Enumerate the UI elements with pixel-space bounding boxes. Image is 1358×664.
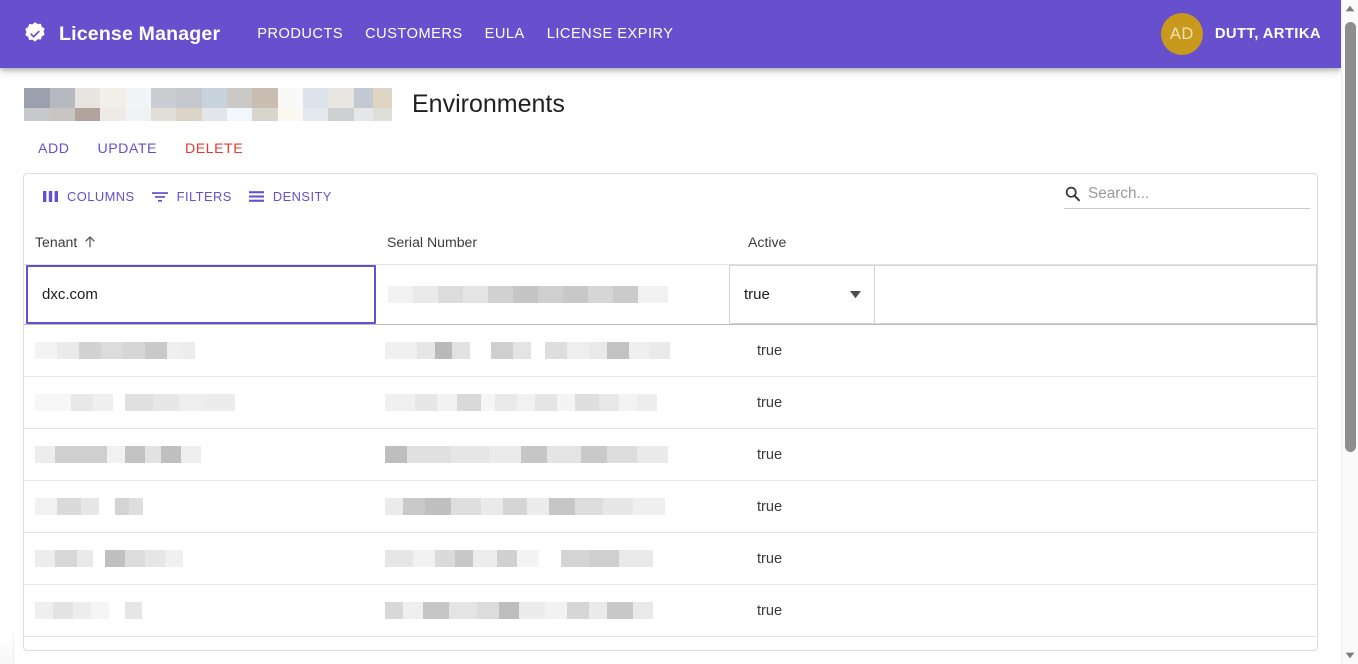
- nav-link-eula[interactable]: EULA: [474, 17, 536, 51]
- page-viewport: License Manager PRODUCTS CUSTOMERS EULA …: [0, 0, 1341, 664]
- scrollbar-thumb[interactable]: [1345, 22, 1356, 452]
- grid-toolbar: COLUMNS FILTERS DENSITY Search...: [24, 174, 1317, 219]
- columns-button-label: COLUMNS: [67, 189, 135, 204]
- serial-number-cell[interactable]: [385, 446, 739, 463]
- table-row[interactable]: true: [24, 377, 1317, 429]
- redacted-tenant: [35, 498, 143, 515]
- search-icon: [1065, 186, 1080, 201]
- redacted-tenant: [35, 394, 235, 411]
- redacted-serial-number: [385, 342, 670, 359]
- search-input[interactable]: [1088, 184, 1310, 205]
- table-row[interactable]: true: [24, 325, 1317, 377]
- brand[interactable]: License Manager: [22, 21, 220, 47]
- redacted-serial-number: [385, 602, 653, 619]
- serial-number-cell[interactable]: [385, 394, 739, 411]
- main-nav: PRODUCTS CUSTOMERS EULA LICENSE EXPIRY: [246, 17, 684, 51]
- user-name: DUTT, ARTIKA: [1214, 26, 1321, 42]
- tenant-cell[interactable]: [35, 394, 385, 411]
- tenant-cell[interactable]: [35, 446, 385, 463]
- nav-link-license-expiry[interactable]: LICENSE EXPIRY: [536, 17, 685, 51]
- grid-header-row: Tenant Serial Number Active: [24, 219, 1317, 265]
- active-cell[interactable]: true: [739, 551, 885, 567]
- redacted-tenant: [35, 446, 201, 463]
- grid-editing-row: true: [24, 265, 1317, 325]
- column-header-tenant-label: Tenant: [35, 233, 78, 250]
- active-select[interactable]: true: [729, 265, 875, 324]
- brand-title: License Manager: [59, 22, 221, 45]
- serial-number-cell[interactable]: [385, 342, 739, 359]
- tenant-input[interactable]: [40, 285, 362, 304]
- table-row-partial[interactable]: [24, 637, 1317, 650]
- tenant-cell[interactable]: [35, 550, 385, 567]
- scroll-up-arrow-icon[interactable]: [1342, 0, 1358, 17]
- filters-button[interactable]: FILTERS: [143, 183, 240, 210]
- filters-icon: [151, 192, 168, 202]
- nav-link-customers[interactable]: CUSTOMERS: [354, 17, 473, 51]
- columns-button[interactable]: COLUMNS: [34, 183, 143, 210]
- columns-icon: [43, 191, 58, 202]
- delete-button[interactable]: DELETE: [171, 136, 257, 162]
- column-header-active-label: Active: [748, 233, 787, 250]
- table-row[interactable]: true: [24, 533, 1317, 585]
- redacted-tenant: [35, 550, 183, 567]
- column-header-serial-number[interactable]: Serial Number: [387, 234, 741, 250]
- tenant-cell[interactable]: [35, 602, 385, 619]
- chevron-down-icon: [850, 290, 861, 298]
- density-button-label: DENSITY: [272, 189, 332, 204]
- serial-number-cell[interactable]: [385, 498, 739, 515]
- page-heading: Environments: [24, 88, 565, 121]
- redacted-tenant: [35, 602, 142, 619]
- redacted-tenant: [35, 342, 195, 359]
- add-button[interactable]: ADD: [24, 136, 83, 162]
- redacted-serial-number: [385, 394, 657, 411]
- redacted-serial-number: [385, 550, 653, 567]
- horizontal-scrollbar[interactable]: [0, 628, 17, 664]
- table-row[interactable]: true: [24, 429, 1317, 481]
- column-header-serial-number-label: Serial Number: [387, 233, 478, 250]
- tenant-cell[interactable]: [35, 342, 385, 359]
- search-field[interactable]: [1064, 184, 1310, 209]
- avatar[interactable]: AD: [1160, 13, 1203, 55]
- active-cell[interactable]: true: [739, 499, 885, 515]
- user-menu[interactable]: AD DUTT, ARTIKA: [1160, 13, 1327, 55]
- app-header: License Manager PRODUCTS CUSTOMERS EULA …: [0, 0, 1341, 68]
- sort-ascending-icon: [85, 235, 95, 247]
- table-row[interactable]: true: [24, 585, 1317, 637]
- chevron-down-icon: [1345, 652, 1355, 659]
- active-cell[interactable]: true: [739, 395, 885, 411]
- tenant-edit-cell[interactable]: [26, 265, 376, 324]
- filters-button-label: FILTERS: [176, 189, 232, 204]
- active-cell[interactable]: true: [739, 447, 885, 463]
- density-icon: [248, 191, 264, 202]
- scroll-down-arrow-icon[interactable]: [1342, 647, 1358, 664]
- data-grid: COLUMNS FILTERS DENSITY Search... Tenant…: [23, 173, 1318, 651]
- column-header-active[interactable]: Active: [741, 234, 887, 250]
- nav-link-products[interactable]: PRODUCTS: [246, 17, 354, 51]
- active-cell[interactable]: true: [739, 603, 885, 619]
- redacted-breadcrumb: [24, 88, 392, 121]
- table-row[interactable]: true: [24, 481, 1317, 533]
- redacted-serial-number: [385, 498, 665, 515]
- tenant-cell[interactable]: [35, 498, 385, 515]
- serial-number-cell[interactable]: [385, 550, 739, 567]
- active-select-value: true: [744, 286, 770, 303]
- serial-number-cell[interactable]: [385, 602, 739, 619]
- page-title: Environments: [412, 90, 565, 118]
- update-button[interactable]: UPDATE: [83, 136, 171, 162]
- chevron-up-icon: [1345, 5, 1355, 12]
- verified-badge-icon: [25, 22, 45, 42]
- record-actions: ADD UPDATE DELETE: [24, 136, 257, 162]
- active-cell[interactable]: true: [739, 343, 885, 359]
- density-button[interactable]: DENSITY: [240, 183, 340, 210]
- editing-row-filler: [875, 265, 1317, 324]
- grid-body: true true true true true true: [24, 325, 1317, 650]
- serial-number-edit-cell[interactable]: [376, 265, 729, 324]
- redacted-serial-number: [385, 446, 668, 463]
- redacted-serial-number: [388, 286, 668, 303]
- scrollbar-corner: [0, 634, 14, 664]
- vertical-scrollbar[interactable]: [1341, 0, 1358, 664]
- app-root: License Manager PRODUCTS CUSTOMERS EULA …: [0, 0, 1358, 664]
- column-header-tenant[interactable]: Tenant: [35, 234, 387, 250]
